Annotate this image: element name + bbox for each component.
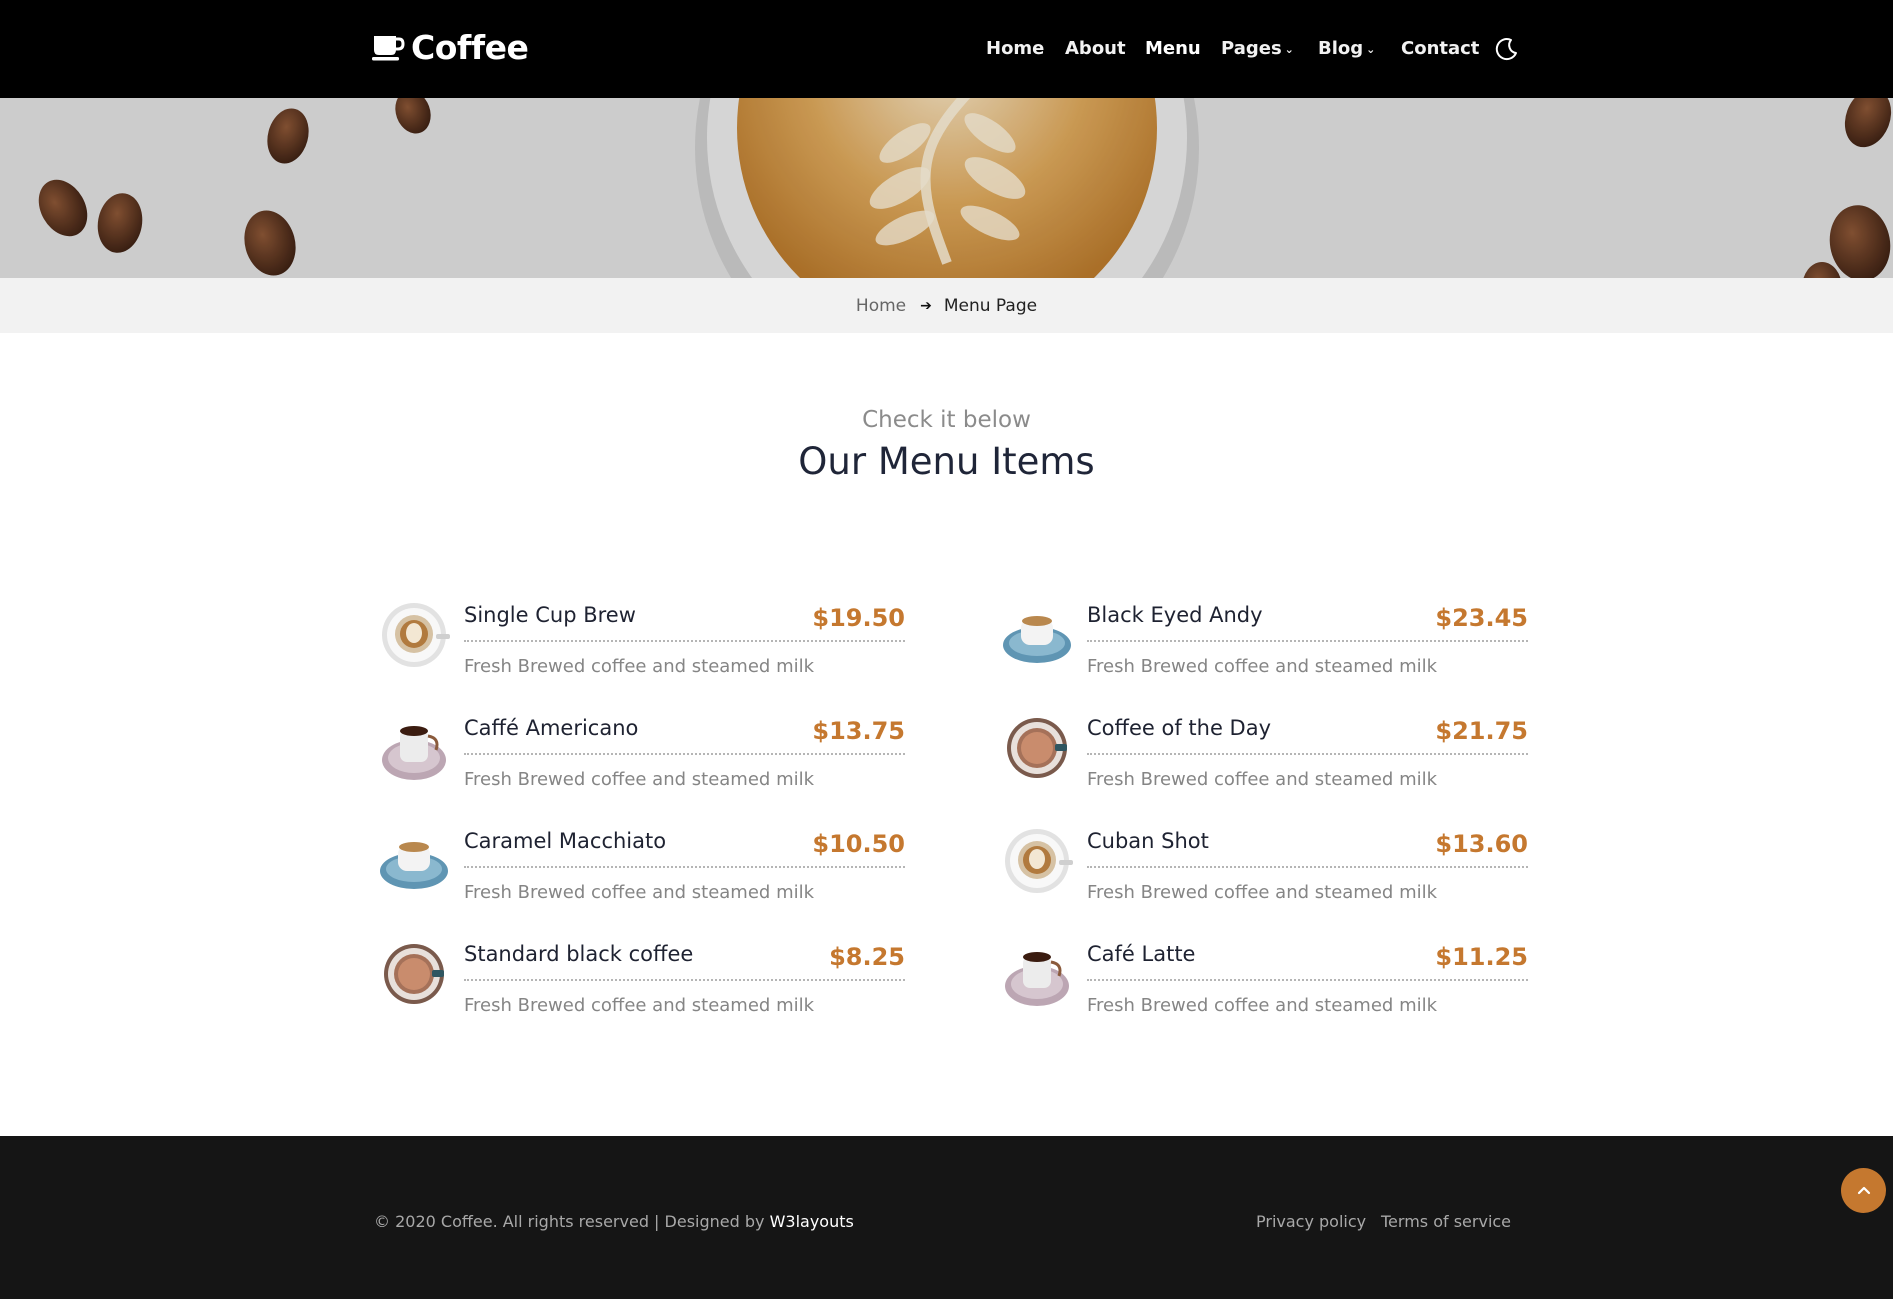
blue-saucer-cup-image xyxy=(1003,616,1071,663)
menu-item-name: Coffee of the Day xyxy=(1087,716,1272,740)
espresso-cup-image xyxy=(382,726,446,780)
menu-item[interactable]: Cuban Shot $13.60 Fresh Brewed coffee an… xyxy=(1003,829,1528,919)
latte-cup-image xyxy=(382,603,450,667)
menu-item-name: Caramel Macchiato xyxy=(464,829,667,853)
breadcrumb-home-link[interactable]: Home xyxy=(856,296,906,316)
menu-item-price: $19.50 xyxy=(812,604,905,632)
dotted-divider xyxy=(464,753,905,755)
main-nav: Home About Menu Pages ⌄ Blog ⌄ Contact xyxy=(0,38,1893,62)
coffee-latte-art-image xyxy=(0,98,1893,278)
menu-item-name: Standard black coffee xyxy=(464,942,694,966)
terms-of-service-link[interactable]: Terms of service xyxy=(1381,1212,1511,1231)
menu-item[interactable]: Standard black coffee $8.25 Fresh Brewed… xyxy=(380,942,905,1032)
site-header: Coffee Home About Menu Pages ⌄ Blog ⌄ Cont… xyxy=(0,0,1893,98)
menu-item-price: $21.75 xyxy=(1435,717,1528,745)
menu-item-price: $8.25 xyxy=(829,943,905,971)
section-subtitle: Check it below xyxy=(862,407,1031,433)
black-coffee-cup-image xyxy=(384,944,444,1004)
dotted-divider xyxy=(464,979,905,981)
nav-about[interactable]: About xyxy=(1065,38,1126,59)
menu-item-description: Fresh Brewed coffee and steamed milk xyxy=(464,769,815,790)
nav-contact[interactable]: Contact xyxy=(1401,38,1479,59)
nav-home[interactable]: Home xyxy=(986,38,1044,59)
chevron-down-icon: ⌄ xyxy=(1284,43,1294,56)
dotted-divider xyxy=(464,640,905,642)
menu-item[interactable]: Black Eyed Andy $23.45 Fresh Brewed coff… xyxy=(1003,603,1528,693)
chevron-down-icon: ⌄ xyxy=(1366,43,1376,56)
menu-item-price: $13.75 xyxy=(812,717,905,745)
menu-item[interactable]: Caramel Macchiato $10.50 Fresh Brewed co… xyxy=(380,829,905,919)
menu-item-description: Fresh Brewed coffee and steamed milk xyxy=(1087,656,1438,677)
copyright-text: © 2020 Coffee. All rights reserved | Des… xyxy=(374,1212,854,1231)
menu-item-name: Cuban Shot xyxy=(1087,829,1209,853)
menu-item-price: $23.45 xyxy=(1435,604,1528,632)
dotted-divider xyxy=(1087,866,1528,868)
menu-item-price: $11.25 xyxy=(1435,943,1528,971)
menu-item-price: $10.50 xyxy=(812,830,905,858)
site-footer: © 2020 Coffee. All rights reserved | Des… xyxy=(0,1136,1893,1299)
dotted-divider xyxy=(1087,753,1528,755)
black-coffee-cup-image xyxy=(1007,718,1067,778)
menu-item-name: Café Latte xyxy=(1087,942,1196,966)
menu-item[interactable]: Single Cup Brew $19.50 Fresh Brewed coff… xyxy=(380,603,905,693)
menu-item[interactable]: Caffé Americano $13.75 Fresh Brewed coff… xyxy=(380,716,905,806)
dotted-divider xyxy=(464,866,905,868)
back-to-top-button[interactable] xyxy=(1841,1168,1886,1213)
arrow-right-icon: ➔ xyxy=(920,297,932,314)
nav-pages-label: Pages xyxy=(1221,38,1282,59)
menu-item-description: Fresh Brewed coffee and steamed milk xyxy=(1087,769,1438,790)
espresso-cup-image xyxy=(1005,952,1069,1006)
menu-item-description: Fresh Brewed coffee and steamed milk xyxy=(464,995,815,1016)
menu-item-price: $13.60 xyxy=(1435,830,1528,858)
breadcrumb: Home ➔ Menu Page xyxy=(0,278,1893,333)
moon-icon[interactable] xyxy=(1494,36,1520,62)
copyright-label: © 2020 Coffee. All rights reserved | Des… xyxy=(374,1212,770,1231)
nav-blog[interactable]: Blog ⌄ xyxy=(1318,38,1375,59)
menu-item-description: Fresh Brewed coffee and steamed milk xyxy=(464,656,815,677)
nav-menu[interactable]: Menu xyxy=(1145,38,1201,59)
dotted-divider xyxy=(1087,979,1528,981)
hero-banner xyxy=(0,98,1893,278)
menu-item-description: Fresh Brewed coffee and steamed milk xyxy=(1087,995,1438,1016)
menu-item-name: Single Cup Brew xyxy=(464,603,636,627)
section-title: Our Menu Items xyxy=(798,440,1095,483)
menu-item[interactable]: Coffee of the Day $21.75 Fresh Brewed co… xyxy=(1003,716,1528,806)
macchiato-cup-image xyxy=(380,842,448,889)
menu-item-description: Fresh Brewed coffee and steamed milk xyxy=(464,882,815,903)
designer-link[interactable]: W3layouts xyxy=(770,1212,854,1231)
chevron-up-icon xyxy=(1857,1186,1870,1194)
latte-cup-image xyxy=(1005,829,1073,893)
dotted-divider xyxy=(1087,640,1528,642)
menu-item-name: Black Eyed Andy xyxy=(1087,603,1263,627)
menu-item[interactable]: Café Latte $11.25 Fresh Brewed coffee an… xyxy=(1003,942,1528,1032)
breadcrumb-current: Menu Page xyxy=(943,295,1038,316)
menu-item-description: Fresh Brewed coffee and steamed milk xyxy=(1087,882,1438,903)
nav-blog-label: Blog xyxy=(1318,38,1364,59)
nav-pages[interactable]: Pages ⌄ xyxy=(1221,38,1294,59)
menu-item-name: Caffé Americano xyxy=(464,716,639,740)
privacy-policy-link[interactable]: Privacy policy xyxy=(1256,1212,1366,1231)
